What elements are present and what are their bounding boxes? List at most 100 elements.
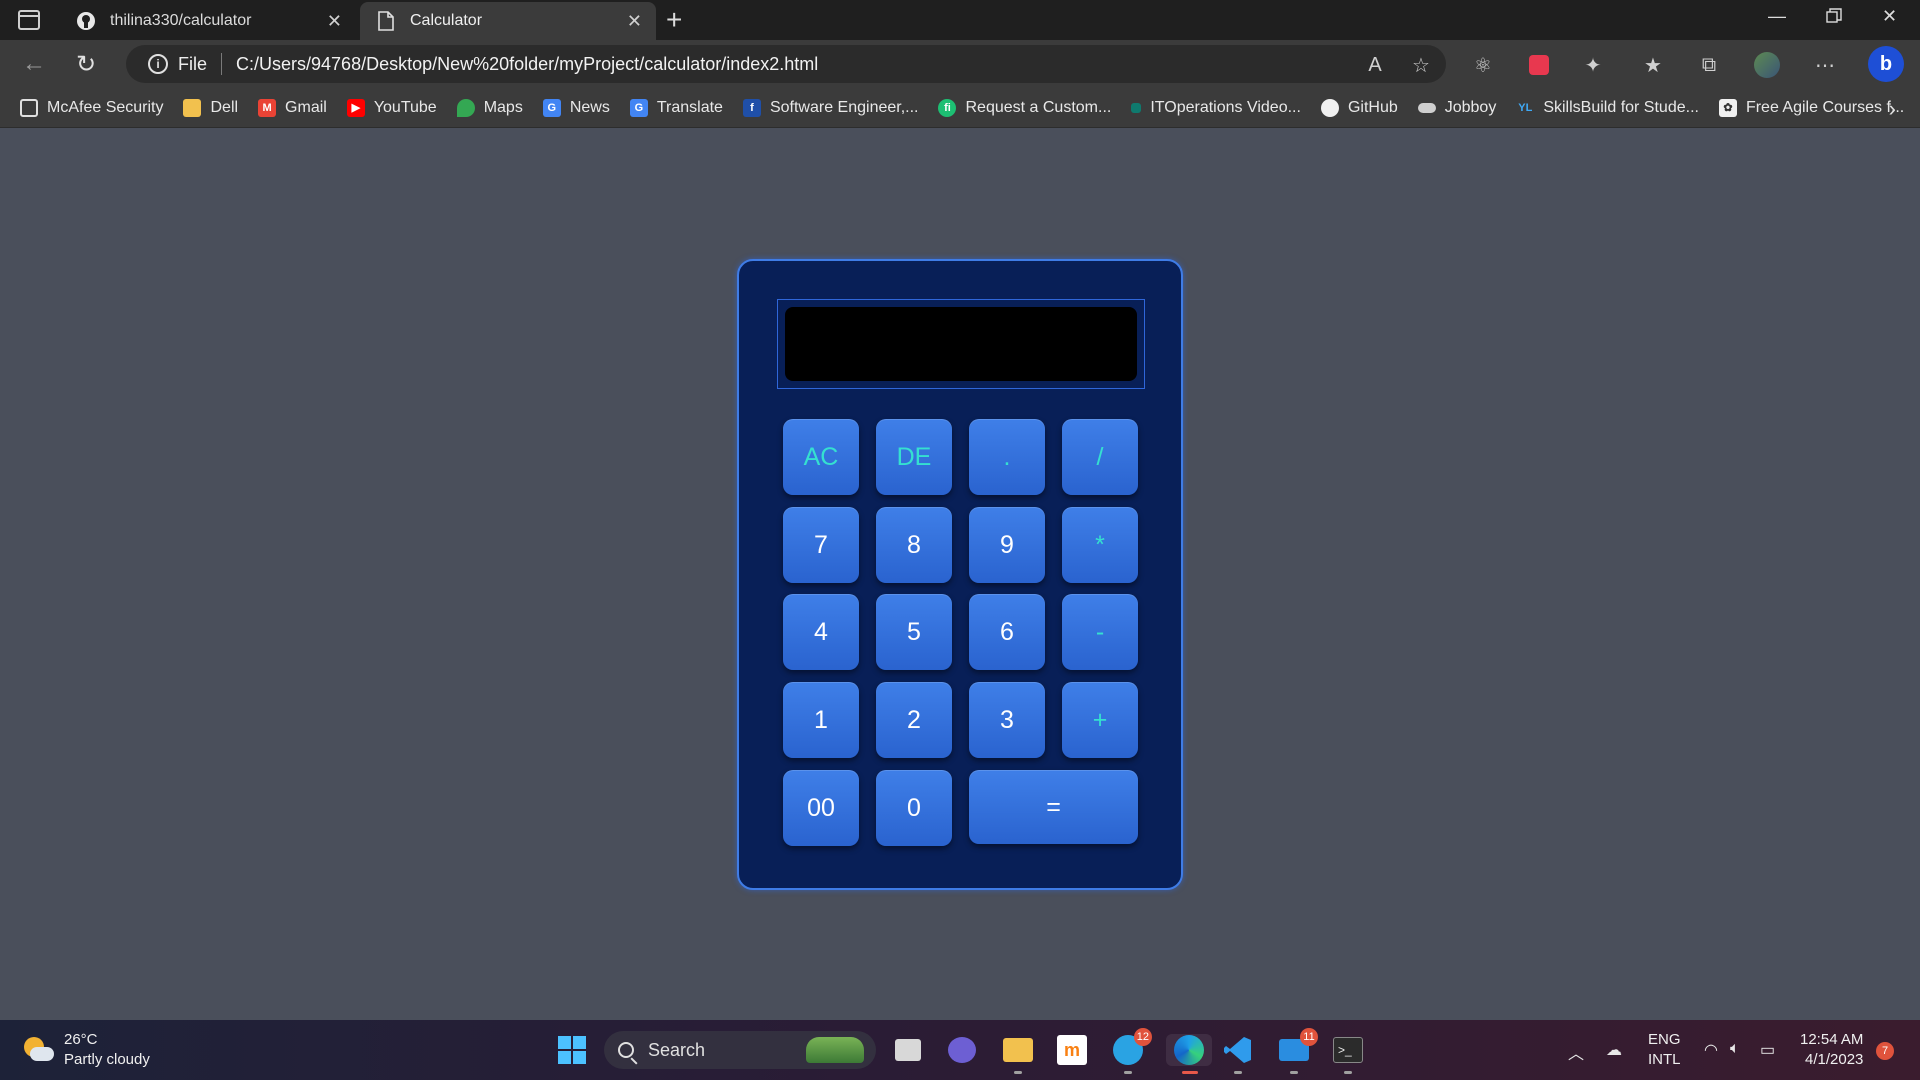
calculator-display[interactable] [785, 307, 1137, 381]
bookmark-translate[interactable]: G Translate [629, 98, 723, 117]
key-4[interactable]: 4 [783, 594, 859, 670]
folder-icon [183, 98, 202, 117]
bookmark-jobboy[interactable]: Jobboy [1417, 99, 1496, 117]
gmail-icon: M [258, 98, 277, 117]
key-equals[interactable]: = [969, 770, 1138, 844]
bookmark-itoperations[interactable]: ITOperations Video... [1131, 99, 1301, 117]
key-1[interactable]: 1 [783, 682, 859, 758]
task-view-icon[interactable] [892, 1034, 924, 1066]
tab-calculator[interactable]: Calculator ✕ [360, 2, 656, 40]
language-indicator[interactable]: ENG INTL [1648, 1030, 1681, 1070]
file-explorer-icon[interactable] [1002, 1034, 1034, 1074]
onedrive-icon[interactable]: ☁ [1606, 1040, 1622, 1060]
react-extension-icon[interactable]: ⚛ [1470, 52, 1496, 78]
key-subtract[interactable]: - [1062, 594, 1138, 670]
key-ac[interactable]: AC [783, 419, 859, 495]
bookmark-label: Free Agile Courses f... [1745, 98, 1905, 116]
battery-icon[interactable]: ▭ [1760, 1040, 1775, 1060]
key-de[interactable]: DE [876, 419, 952, 495]
taskbar-search[interactable]: Search [604, 1031, 876, 1069]
key-decimal[interactable]: . [969, 419, 1045, 495]
bookmark-label: Request a Custom... [965, 98, 1112, 116]
vscode-icon[interactable] [1222, 1034, 1254, 1074]
bookmark-youtube[interactable]: ▶ YouTube [346, 98, 437, 117]
news-icon: G [542, 98, 561, 117]
key-add[interactable]: + [1062, 682, 1138, 758]
display-frame [777, 299, 1145, 389]
pdf-extension-icon[interactable] [1526, 52, 1552, 78]
collections-icon[interactable]: ⧉ [1696, 52, 1722, 78]
weather-widget[interactable]: 26°C Partly cloudy [22, 1030, 150, 1070]
windows-start-icon[interactable] [556, 1034, 588, 1066]
key-7[interactable]: 7 [783, 507, 859, 583]
key-00[interactable]: 00 [783, 770, 859, 846]
add-favorite-icon[interactable]: ☆ [1408, 52, 1434, 78]
chevron-up-icon[interactable]: ︿ [1568, 1040, 1584, 1064]
key-2[interactable]: 2 [876, 682, 952, 758]
close-window-icon[interactable]: ✕ [1882, 6, 1897, 27]
key-9[interactable]: 9 [969, 507, 1045, 583]
skillsbuild-icon: YL [1518, 101, 1533, 114]
teams-chat-icon[interactable] [946, 1034, 978, 1066]
moodle-icon[interactable]: m [1056, 1034, 1088, 1066]
favorites-icon[interactable]: ★ [1640, 52, 1666, 78]
bookmark-request-custom[interactable]: fi Request a Custom... [938, 98, 1112, 117]
tab-github-calculator[interactable]: thilina330/calculator ✕ [60, 2, 356, 40]
telegram-icon[interactable]: 12 [1112, 1028, 1152, 1074]
partly-cloudy-icon [22, 1035, 54, 1065]
close-tab-icon[interactable]: ✕ [327, 11, 342, 32]
address-bar: ← ↻ i File C:/Users/94768/Desktop/New%20… [0, 40, 1920, 88]
url-text[interactable]: C:/Users/94768/Desktop/New%20folder/myPr… [236, 54, 818, 75]
search-highlight-icon [806, 1037, 864, 1063]
tab-bar: thilina330/calculator ✕ Calculator ✕ + —… [0, 0, 1920, 40]
info-icon[interactable]: i [148, 54, 168, 74]
back-icon[interactable]: ← [22, 50, 46, 78]
key-divide[interactable]: / [1062, 419, 1138, 495]
fiverr-f-icon: f [742, 98, 761, 117]
bookmark-label: Gmail [285, 98, 327, 116]
restore-icon[interactable] [1826, 8, 1842, 29]
mail-icon[interactable]: 11 [1278, 1028, 1318, 1074]
key-3[interactable]: 3 [969, 682, 1045, 758]
close-tab-icon[interactable]: ✕ [627, 11, 642, 32]
key-8[interactable]: 8 [876, 507, 952, 583]
page-icon [20, 98, 38, 117]
bookmark-maps[interactable]: Maps [456, 98, 523, 117]
profile-avatar[interactable] [1754, 52, 1780, 78]
bookmark-news[interactable]: G News [542, 98, 610, 117]
bookmark-github[interactable]: GitHub [1320, 98, 1398, 117]
edge-browser-icon[interactable] [1166, 1034, 1212, 1074]
github-icon [76, 11, 96, 31]
wifi-icon[interactable]: ◠ [1704, 1040, 1718, 1060]
bookmark-mcafee[interactable]: McAfee Security [20, 98, 163, 117]
bookmark-agile[interactable]: ✿ Free Agile Courses f... [1718, 98, 1905, 117]
bookmark-label: ITOperations Video... [1150, 98, 1301, 116]
key-5[interactable]: 5 [876, 594, 952, 670]
new-tab-icon[interactable]: + [666, 4, 682, 36]
notification-badge[interactable]: 7 [1876, 1042, 1894, 1060]
chevron-right-icon[interactable]: › [1889, 96, 1896, 122]
extensions-icon[interactable]: ✦ [1580, 52, 1606, 78]
clock[interactable]: 12:54 AM 4/1/2023 [1800, 1030, 1863, 1070]
refresh-icon[interactable]: ↻ [76, 50, 96, 79]
bookmark-software-engineer[interactable]: f Software Engineer,... [742, 98, 918, 117]
volume-icon[interactable]: 🔈︎ [1730, 1040, 1740, 1058]
read-aloud-icon[interactable]: A [1362, 52, 1388, 78]
more-menu-icon[interactable]: ⋯ [1812, 52, 1838, 78]
bookmark-label: GitHub [1347, 98, 1398, 116]
page-icon [376, 11, 396, 31]
bookmark-dell[interactable]: Dell [183, 98, 238, 117]
bookmark-gmail[interactable]: M Gmail [258, 98, 327, 117]
key-0[interactable]: 0 [876, 770, 952, 846]
bookmark-skillsbuild[interactable]: YL SkillsBuild for Stude... [1516, 99, 1699, 117]
url-field[interactable]: i File C:/Users/94768/Desktop/New%20fold… [126, 45, 1446, 83]
date-label: 4/1/2023 [1805, 1051, 1864, 1068]
bing-icon[interactable]: b [1868, 46, 1904, 82]
bookmark-label: YouTube [373, 98, 437, 116]
translate-icon: G [629, 98, 648, 117]
minimize-icon[interactable]: — [1768, 6, 1786, 27]
terminal-icon[interactable]: >_ [1332, 1034, 1364, 1074]
tab-actions-icon[interactable] [18, 10, 40, 30]
key-6[interactable]: 6 [969, 594, 1045, 670]
key-multiply[interactable]: * [1062, 507, 1138, 583]
